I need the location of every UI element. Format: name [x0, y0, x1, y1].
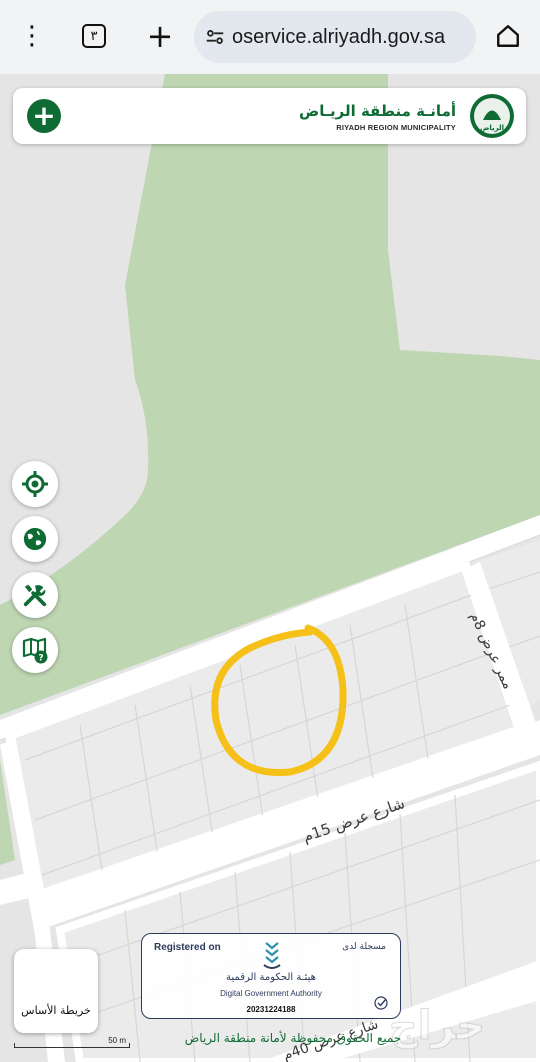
riyadh-municipality-logo: الرياض: [470, 94, 514, 138]
brand-title-ar: أمانـة منطقة الريـاض: [299, 102, 456, 120]
registered-on-label: Registered on: [154, 942, 221, 953]
verified-check-icon: [374, 996, 388, 1010]
tools-button[interactable]: [12, 572, 58, 618]
map-help-button[interactable]: ?: [12, 627, 58, 673]
copyright-text: جميع الحقوق محفوظة لأمانة منطقة الرياض: [184, 1031, 402, 1045]
map-help-icon: ?: [22, 637, 48, 664]
globe-icon: [23, 527, 47, 551]
dga-logo-icon: [263, 942, 281, 969]
header-card: + أمانـة منطقة الريـاض RIYADH REGION MUN…: [13, 88, 526, 144]
svg-text:?: ?: [38, 654, 43, 664]
registration-number: 20231224188: [246, 1005, 296, 1014]
registered-ar-label: مسجلة لدى: [342, 942, 386, 952]
browser-toolbar: ⋮ ٣ + oservice.alriyadh.gov.sa: [0, 0, 540, 74]
scale-bar: 50 m: [14, 1036, 130, 1048]
locate-icon: [22, 471, 48, 497]
dga-registration-badge[interactable]: Registered on مسجلة لدى هيئـة الحكومة ال…: [141, 933, 401, 1019]
home-icon[interactable]: [490, 18, 526, 54]
basemap-button[interactable]: خريطة الأساس: [14, 949, 98, 1033]
address-bar[interactable]: oservice.alriyadh.gov.sa: [194, 11, 476, 63]
globe-button[interactable]: [12, 516, 58, 562]
locate-button[interactable]: [12, 461, 58, 507]
brand-title-en: RIYADH REGION MUNICIPALITY: [336, 123, 456, 132]
map-view[interactable]: شارع عرض 15م ممر عرض 8م شارع عرض 40م: [0, 74, 540, 1062]
new-tab-icon[interactable]: +: [142, 17, 178, 55]
add-icon[interactable]: +: [27, 99, 61, 133]
scale-label: 50 m: [108, 1036, 126, 1045]
menu-icon[interactable]: ⋮: [14, 18, 50, 54]
tools-icon: [23, 584, 47, 607]
url-text: oservice.alriyadh.gov.sa: [232, 25, 446, 48]
basemap-label: خريطة الأساس: [21, 1004, 91, 1017]
svg-text:الرياض: الرياض: [480, 124, 504, 132]
authority-name-en: Digital Government Authority: [220, 989, 322, 998]
authority-name-ar: هيئـة الحكومة الرقمية: [226, 972, 316, 983]
site-settings-icon[interactable]: [204, 26, 226, 48]
tab-count: ٣: [82, 24, 106, 48]
tabs-button[interactable]: ٣: [76, 18, 112, 54]
